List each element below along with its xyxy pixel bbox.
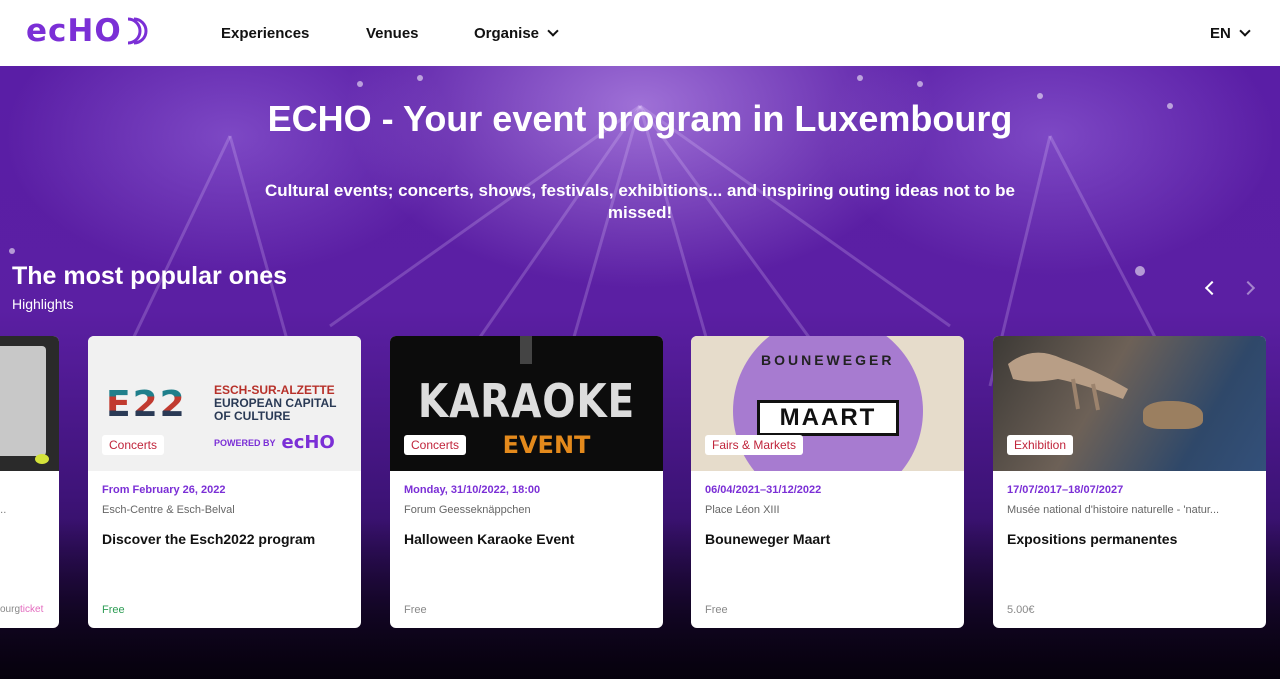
logo-text: ecHO xyxy=(26,13,122,49)
section-subtitle: Highlights xyxy=(12,296,74,312)
nav-experiences-label: Experiences xyxy=(221,24,310,42)
portrait-image xyxy=(0,346,46,456)
event-card[interactable]: e... ourgticket xyxy=(0,336,59,628)
event-card-image: Exhibition xyxy=(993,336,1266,471)
event-venue: e... xyxy=(0,504,7,516)
nav-experiences[interactable]: Experiences xyxy=(221,0,309,66)
e22-logo: E22 xyxy=(106,384,187,425)
nav-venues-label: Venues xyxy=(366,24,419,42)
event-venue: Musée national d'histoire naturelle - 'n… xyxy=(1007,504,1220,516)
event-price: Free xyxy=(705,604,728,616)
logo-waves-icon xyxy=(127,17,148,45)
dinosaur-model-image xyxy=(1143,401,1203,429)
ticket-logo-prefix: ourg xyxy=(0,604,21,615)
mini-echo-logo: ecHO xyxy=(281,432,335,453)
event-date: Monday, 31/10/2022, 18:00 xyxy=(404,484,541,496)
e22-line3: OF CULTURE xyxy=(214,409,291,423)
event-card-image: BOUNEWEGER MAART Fairs & Markets xyxy=(691,336,964,471)
badge-dot xyxy=(35,454,49,464)
nav-organise-dropdown[interactable]: Organise xyxy=(474,0,559,66)
carousel-prev-button[interactable] xyxy=(1200,276,1224,300)
dinosaur-skeleton-image xyxy=(1008,352,1128,411)
maart-arc-text: BOUNEWEGER xyxy=(761,352,895,368)
category-tag: Fairs & Markets xyxy=(705,435,804,455)
microphone-icon xyxy=(520,336,532,364)
language-label: EN xyxy=(1210,24,1231,42)
event-card-image: KARAOKE EVENT Concerts xyxy=(390,336,663,471)
karaoke-word: KARAOKE xyxy=(417,374,636,428)
category-tag: Exhibition xyxy=(1007,435,1074,455)
chevron-right-icon xyxy=(1240,280,1256,296)
event-venue: Place Léon XIII xyxy=(705,504,780,516)
echo-logo[interactable]: ecHO xyxy=(26,13,152,49)
event-card[interactable]: Exhibition 17/07/2017–18/07/2027 Musée n… xyxy=(993,336,1266,628)
nav-venues[interactable]: Venues xyxy=(366,0,419,66)
event-card-image: E22 ESCH-SUR-ALZETTE EUROPEAN CAPITAL OF… xyxy=(88,336,361,471)
event-title: Halloween Karaoke Event xyxy=(404,531,575,547)
event-title: Discover the Esch2022 program xyxy=(102,531,316,547)
e22-text: ESCH-SUR-ALZETTE EUROPEAN CAPITAL OF CUL… xyxy=(214,384,336,423)
event-date: 17/07/2017–18/07/2027 xyxy=(1007,484,1124,496)
event-price: Free xyxy=(102,604,125,616)
language-selector[interactable]: EN xyxy=(1210,0,1251,66)
powered-by-label: POWERED BY xyxy=(214,437,276,448)
top-navigation-bar: ecHO Experiences Venues Organise EN xyxy=(0,0,1280,66)
event-price: 5.00€ xyxy=(1007,604,1035,616)
category-tag: Concerts xyxy=(102,435,165,455)
event-date: From February 26, 2022 xyxy=(102,484,226,496)
event-title: Expositions permanentes xyxy=(1007,531,1178,547)
hero-title: ECHO - Your event program in Luxembourg xyxy=(267,98,1013,139)
event-venue: Esch-Centre & Esch-Belval xyxy=(102,504,235,516)
luxembourg-ticket-logo: ourgticket xyxy=(0,604,43,615)
event-card[interactable]: BOUNEWEGER MAART Fairs & Markets 06/04/2… xyxy=(691,336,964,628)
maart-label: MAART xyxy=(757,400,899,436)
event-card-image xyxy=(0,336,59,471)
event-venue: Forum Geesseknäppchen xyxy=(404,504,531,516)
hero-subtitle: Cultural events; concerts, shows, festiv… xyxy=(264,181,1015,222)
chevron-down-icon xyxy=(1239,25,1251,37)
nav-organise-label: Organise xyxy=(474,24,540,42)
chevron-left-icon xyxy=(1204,280,1220,296)
ticket-logo-suffix: ticket xyxy=(20,604,44,615)
category-tag: Concerts xyxy=(404,435,467,455)
event-price: Free xyxy=(404,604,427,616)
event-card[interactable]: E22 ESCH-SUR-ALZETTE EUROPEAN CAPITAL OF… xyxy=(88,336,361,628)
event-date: 06/04/2021–31/12/2022 xyxy=(705,484,822,496)
event-card[interactable]: KARAOKE EVENT Concerts Monday, 31/10/202… xyxy=(390,336,663,628)
powered-by-echo: POWERED BY ecHO xyxy=(214,432,335,453)
carousel-next-button[interactable] xyxy=(1236,276,1260,300)
event-title: Bouneweger Maart xyxy=(705,531,831,547)
chevron-down-icon xyxy=(547,25,559,37)
section-title: The most popular ones xyxy=(12,262,288,290)
hero-banner: ECHO - Your event program in Luxembourg … xyxy=(0,66,1280,679)
